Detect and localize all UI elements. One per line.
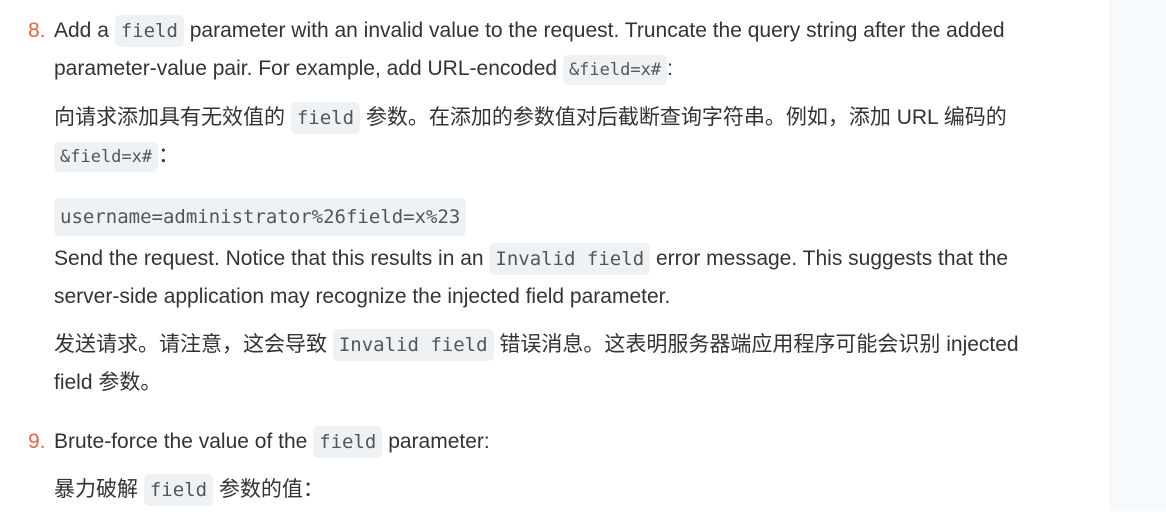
step-number: 9. xyxy=(28,430,46,453)
code-block: username=administrator%26field=x%23 xyxy=(54,198,467,236)
text-segment: Add a xyxy=(54,19,115,42)
right-sidebar-panel xyxy=(1109,0,1166,511)
step-8-instruction-en: Add a field parameter with an invalid va… xyxy=(54,12,1044,89)
step-number: 8. xyxy=(28,19,46,42)
inline-code-field: field xyxy=(114,15,184,47)
article-content: 8. Add a field parameter with an invalid… xyxy=(0,0,1100,506)
inline-code-field: field xyxy=(143,474,214,506)
inline-code-error: Invalid field xyxy=(332,329,494,361)
text-segment: parameter: xyxy=(382,430,490,453)
step-9-instruction-zh: 暴力破解 field 参数的值： xyxy=(54,471,1044,509)
text-segment: 参数。在添加的参数值对后截断查询字符串。例如，添加 URL 编码的 xyxy=(360,106,1007,129)
text-segment: 暴力破解 xyxy=(54,478,144,501)
inline-code-error: Invalid field xyxy=(489,243,651,275)
step-9-instruction-en: Brute-force the value of the field param… xyxy=(54,423,1044,461)
text-segment: Brute-force the value of the xyxy=(54,430,314,453)
inline-code-example: &field=x# xyxy=(562,55,668,85)
inline-code-example: &field=x# xyxy=(54,142,159,172)
text-segment: parameter with an invalid value to the r… xyxy=(54,19,1005,80)
text-segment: 向请求添加具有无效值的 xyxy=(54,106,291,129)
text-segment: 发送请求。请注意，这会导致 xyxy=(54,333,333,356)
text-segment: Send the request. Notice that this resul… xyxy=(54,247,490,270)
step-8-result-zh: 发送请求。请注意，这会导致 Invalid field 错误消息。这表明服务器端… xyxy=(54,326,1044,402)
step-8: 8. Add a field parameter with an invalid… xyxy=(0,12,1100,402)
text-segment: 参数的值： xyxy=(213,478,324,501)
inline-code-field: field xyxy=(290,102,361,134)
step-8-instruction-zh: 向请求添加具有无效值的 field 参数。在添加的参数值对后截断查询字符串。例如… xyxy=(54,99,1044,176)
step-8-result-en: Send the request. Notice that this resul… xyxy=(54,240,1044,316)
text-segment: ： xyxy=(158,144,180,167)
inline-code-field: field xyxy=(313,426,383,458)
text-segment: : xyxy=(667,57,673,80)
step-9: 9. Brute-force the value of the field pa… xyxy=(0,423,1044,519)
